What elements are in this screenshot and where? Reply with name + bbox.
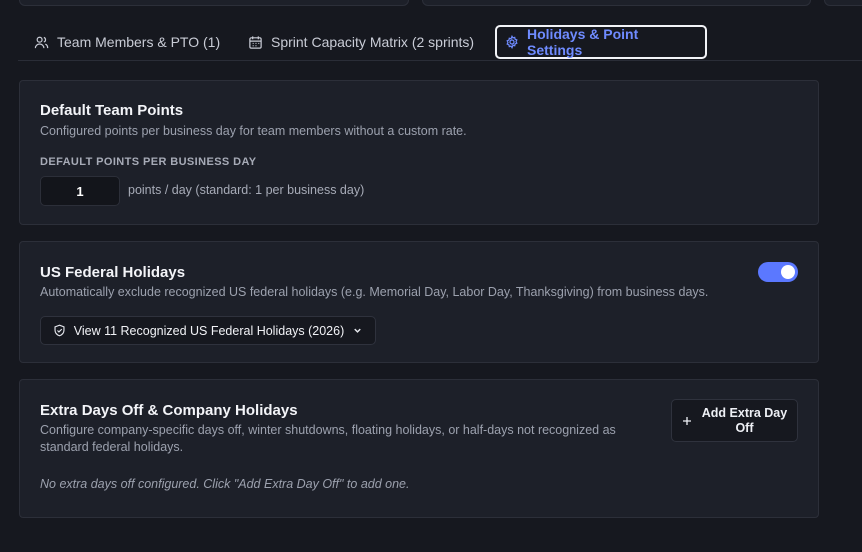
- default-points-input[interactable]: [40, 176, 120, 206]
- add-extra-day-button[interactable]: Add Extra Day Off: [671, 399, 798, 442]
- tab-sprint-capacity[interactable]: Sprint Capacity Matrix (2 sprints): [240, 25, 482, 59]
- field-label: DEFAULT POINTS PER BUSINESS DAY: [40, 156, 257, 168]
- points-hint: points / day (standard: 1 per business d…: [128, 183, 365, 197]
- top-card-middle: [422, 0, 811, 6]
- top-card-right: [824, 0, 862, 6]
- card-description-line-1: Configure company-specific days off, win…: [40, 423, 616, 437]
- federal-holidays-card: US Federal Holidays Automatically exclud…: [19, 241, 819, 363]
- default-points-card: Default Team Points Configured points pe…: [19, 80, 819, 225]
- toggle-knob: [781, 265, 795, 279]
- gear-icon: [506, 35, 518, 49]
- card-description: Configured points per business day for t…: [40, 124, 467, 138]
- card-title: Default Team Points: [40, 102, 184, 119]
- users-icon: [34, 36, 49, 48]
- card-title: Extra Days Off & Company Holidays: [40, 402, 298, 419]
- tab-holidays-settings[interactable]: Holidays & Point Settings: [495, 25, 707, 59]
- card-description: Automatically exclude recognized US fede…: [40, 285, 709, 299]
- view-holidays-button[interactable]: View 11 Recognized US Federal Holidays (…: [40, 316, 376, 345]
- plus-icon: [682, 416, 691, 425]
- shield-check-icon: [54, 324, 65, 337]
- card-title: US Federal Holidays: [40, 264, 186, 281]
- tab-label: Team Members & PTO (1): [57, 34, 221, 50]
- card-description-line-2: standard federal holidays.: [40, 440, 184, 454]
- chevron-down-icon: [354, 328, 362, 333]
- add-extra-day-label: Add Extra Day Off: [701, 405, 788, 435]
- extra-days-card: Extra Days Off & Company Holidays Config…: [19, 379, 819, 518]
- top-card-left: [19, 0, 409, 6]
- federal-holidays-toggle[interactable]: [758, 262, 798, 282]
- empty-state-text: No extra days off configured. Click "Add…: [40, 477, 410, 491]
- tab-label: Holidays & Point Settings: [527, 26, 639, 58]
- tab-team-members[interactable]: Team Members & PTO (1): [26, 25, 228, 59]
- calendar-icon: [249, 35, 262, 49]
- tab-bar: Team Members & PTO (1) Sprint Capacity M…: [18, 24, 862, 61]
- tab-label: Sprint Capacity Matrix (2 sprints): [271, 34, 475, 50]
- view-holidays-label: View 11 Recognized US Federal Holidays (…: [73, 323, 345, 338]
